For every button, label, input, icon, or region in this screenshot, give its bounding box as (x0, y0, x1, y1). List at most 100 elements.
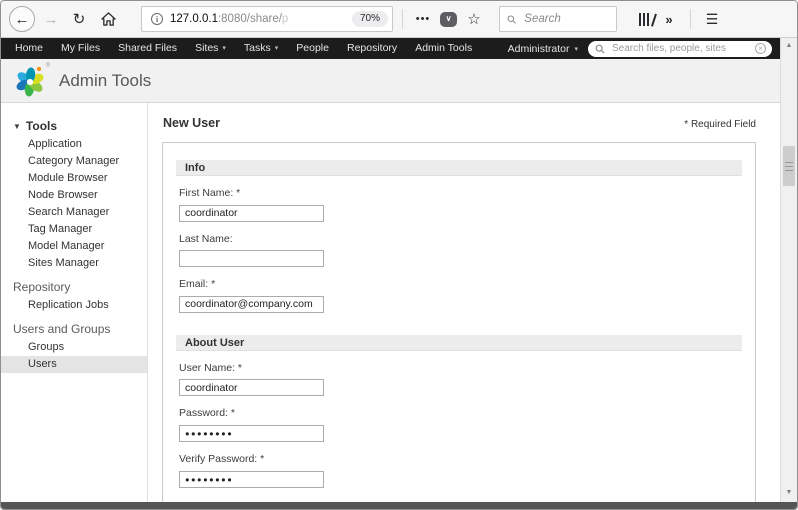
overflow-chevron-button[interactable]: » (657, 12, 681, 27)
sidebar-group-users-and-groups: Users and Groups (1, 314, 147, 339)
search-clear-icon[interactable]: × (755, 43, 766, 54)
toolbar-separator (690, 9, 691, 29)
input-verify-password[interactable] (179, 471, 324, 488)
url-tail: p (282, 13, 288, 25)
page-actions-button[interactable]: ••• (412, 13, 434, 25)
input-password[interactable] (179, 425, 324, 442)
input-first-name[interactable] (179, 205, 324, 222)
nav-item-my-files[interactable]: My Files (52, 38, 109, 59)
share-search-box: × (588, 41, 772, 57)
nav-item-admin-tools[interactable]: Admin Tools (406, 38, 481, 59)
field-label: Email: * (179, 278, 742, 290)
pocket-button[interactable]: ∨ (440, 12, 457, 27)
star-icon: ☆ (467, 10, 480, 28)
nav-item-tasks[interactable]: Tasks ▾ (235, 38, 287, 59)
ellipsis-icon: ••• (416, 13, 431, 25)
page-scrollbar[interactable]: ▲ ▼ (780, 38, 797, 509)
sidebar-item-sites-manager[interactable]: Sites Manager (1, 255, 147, 272)
section-header-info: Info (176, 160, 742, 176)
nav-item-shared-files[interactable]: Shared Files (109, 38, 186, 59)
share-search-input[interactable] (610, 42, 750, 55)
reload-icon: ↻ (73, 10, 86, 28)
nav-item-label: Shared Files (118, 38, 177, 59)
browser-toolbar: ← → ↻ i 127.0.0.1:8080/share/p 70% ••• ∨… (1, 1, 797, 38)
sidebar-item-tag-manager[interactable]: Tag Manager (1, 221, 147, 238)
sidebar-group-repository: Repository (1, 272, 147, 297)
page-info-icon[interactable]: i (151, 13, 163, 25)
search-icon (595, 44, 605, 54)
scrollbar-up-arrow[interactable]: ▲ (781, 38, 797, 53)
content-area: ▼ Tools ApplicationCategory ManagerModule … (1, 103, 780, 509)
pocket-chevron-icon: ∨ (446, 15, 452, 23)
nav-item-label: Admin Tools (415, 38, 472, 59)
url-text: 127.0.0.1:8080/share/p (170, 13, 288, 25)
section-header-about-user: About User (176, 335, 742, 351)
nav-item-repository[interactable]: Repository (338, 38, 406, 59)
sidebar-item-model-manager[interactable]: Model Manager (1, 238, 147, 255)
user-menu-label: Administrator (508, 43, 570, 55)
nav-item-label: Home (15, 38, 43, 59)
sidebar-item-groups[interactable]: Groups (1, 339, 147, 356)
input-email[interactable] (179, 296, 324, 313)
browser-window: ← → ↻ i 127.0.0.1:8080/share/p 70% ••• ∨… (0, 0, 798, 510)
sidebar-group-label: Tools (26, 119, 57, 133)
app-header: ® Admin Tools (1, 59, 780, 103)
sidebar-item-replication-jobs[interactable]: Replication Jobs (1, 297, 147, 314)
reload-button[interactable]: ↻ (67, 10, 91, 28)
field-last-name: Last Name: (179, 233, 742, 268)
url-path: :8080/share/ (218, 13, 282, 25)
library-icon[interactable] (639, 13, 657, 26)
sidebar-item-application[interactable]: Application (1, 136, 147, 153)
field-password: Password: * (179, 407, 742, 442)
browser-search-input[interactable] (522, 12, 609, 26)
user-menu[interactable]: Administrator ▾ (498, 43, 588, 55)
input-user-name[interactable] (179, 379, 324, 396)
sidebar-item-category-manager[interactable]: Category Manager (1, 153, 147, 170)
nav-item-people[interactable]: People (287, 38, 338, 59)
nav-item-home[interactable]: Home (6, 38, 52, 59)
hamburger-icon: ☰ (706, 11, 719, 28)
zoom-level-badge[interactable]: 70% (352, 11, 388, 27)
nav-item-sites[interactable]: Sites ▾ (186, 38, 235, 59)
sidebar-item-node-browser[interactable]: Node Browser (1, 187, 147, 204)
caret-down-icon: ▾ (275, 38, 279, 59)
nav-item-label: Repository (347, 38, 397, 59)
back-button[interactable]: ← (9, 6, 35, 32)
scrollbar-down-arrow[interactable]: ▼ (781, 485, 797, 500)
field-email: Email: * (179, 278, 742, 313)
field-label: Verify Password: * (179, 453, 742, 465)
sidebar: ▼ Tools ApplicationCategory ManagerModule … (1, 103, 148, 509)
sidebar-item-module-browser[interactable]: Module Browser (1, 170, 147, 187)
browser-search-box (499, 6, 617, 32)
sidebar-item-search-manager[interactable]: Search Manager (1, 204, 147, 221)
app-title: Admin Tools (59, 71, 151, 91)
back-icon: ← (15, 11, 30, 28)
toolbar-separator (402, 9, 403, 29)
input-last-name[interactable] (179, 250, 324, 267)
field-label: User Name: * (179, 362, 742, 374)
forward-icon: → (44, 11, 59, 28)
form-section-info: Info First Name: * Last Name: Email: * (176, 160, 742, 313)
tree-collapse-icon: ▼ (13, 122, 21, 131)
sidebar-group-tools[interactable]: ▼ Tools (1, 117, 147, 136)
nav-item-label: People (296, 38, 329, 59)
url-bar[interactable]: i 127.0.0.1:8080/share/p 70% (141, 6, 393, 32)
hamburger-menu-button[interactable]: ☰ (700, 11, 724, 28)
title-row: New User * Required Field (163, 116, 756, 130)
forward-button[interactable]: → (39, 11, 63, 28)
field-first-name: First Name: * (179, 187, 742, 222)
page-title: New User (163, 116, 220, 130)
url-host: 127.0.0.1 (170, 13, 218, 25)
registered-mark: ® (46, 63, 50, 69)
share-nav-items: Home My Files Shared Files Sites ▾ Tasks… (6, 38, 481, 59)
form-sections: Info First Name: * Last Name: Email: * About… (176, 160, 742, 488)
home-button[interactable] (95, 12, 121, 26)
nav-item-label: Sites (195, 38, 218, 59)
home-icon (101, 12, 116, 26)
bookmark-star-button[interactable]: ☆ (463, 10, 485, 28)
main-panel: New User * Required Field Info First Name… (148, 103, 780, 509)
caret-down-icon: ▾ (222, 38, 226, 59)
scrollbar-thumb[interactable] (783, 146, 795, 186)
field-user-name: User Name: * (179, 362, 742, 397)
sidebar-item-users[interactable]: Users (1, 356, 147, 373)
